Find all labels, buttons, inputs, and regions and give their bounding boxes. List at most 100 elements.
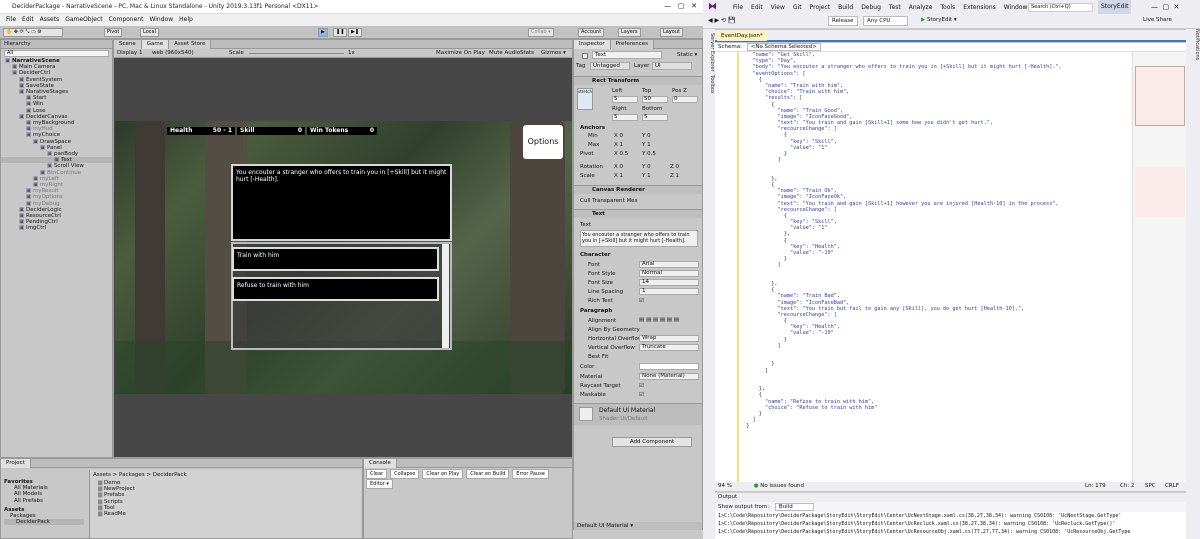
options-button[interactable]: Options — [523, 125, 563, 159]
vs-menu-item[interactable]: View — [771, 1, 785, 15]
tab-asset-store[interactable]: Asset Store — [169, 40, 212, 49]
hierarchy-tab[interactable]: Hierarchy — [1, 40, 112, 49]
display-dropdown[interactable]: Display 1 — [117, 49, 143, 58]
vs-search[interactable]: Search (Ctrl+Q) — [1028, 3, 1093, 12]
console-button[interactable]: Collapse — [390, 469, 420, 479]
rot-y[interactable]: 0 — [647, 164, 651, 170]
choice-scrollbar[interactable] — [442, 244, 449, 348]
whitespace-mode[interactable]: SPC — [1145, 482, 1156, 491]
rot-z[interactable]: 0 — [676, 164, 680, 170]
vs-menu-item[interactable]: Git — [793, 1, 802, 15]
stats-toggle[interactable]: Stats — [520, 49, 534, 58]
mute-audio[interactable]: Mute Audio — [489, 49, 520, 58]
alignment-buttons[interactable]: ▤ ▤ ▤ ▤ ▤ ▤ — [639, 317, 679, 323]
raycast-checkbox[interactable]: ☑ — [639, 383, 644, 389]
hierarchy-search[interactable]: All — [4, 50, 109, 57]
menu-item[interactable]: Assets — [40, 14, 60, 26]
run-button[interactable]: ▶ StoryEdit ▾ — [921, 16, 957, 24]
output-log[interactable]: 1>C:\Code\Repository\DeciderPackage\Stor… — [715, 512, 1186, 536]
scale-slider[interactable] — [249, 53, 344, 54]
anchor-preset-button[interactable]: stretch — [577, 88, 593, 110]
color-field[interactable] — [639, 363, 699, 370]
text-content-field[interactable]: You encouter a stranger who offers to tr… — [580, 230, 698, 247]
menu-item[interactable]: Component — [109, 14, 144, 26]
vs-menu-item[interactable]: Window — [1004, 1, 1028, 15]
console-button[interactable]: Error Pause — [512, 469, 549, 479]
menu-item[interactable]: GameObject — [65, 14, 102, 26]
vs-window-controls[interactable]: — ▢ ✕ — [1151, 0, 1179, 14]
window-controls[interactable]: — ▢ ✕ — [664, 2, 697, 10]
v-overflow-dropdown[interactable]: Truncate — [639, 344, 699, 351]
account-dropdown[interactable]: Account — [578, 28, 605, 37]
favorites-item[interactable]: All Prefabs — [4, 498, 84, 504]
vs-menu-item[interactable]: Test — [889, 1, 901, 15]
vs-menu-item[interactable]: Edit — [751, 1, 763, 15]
tab-scene[interactable]: Scene — [114, 40, 142, 49]
vs-menu-item[interactable]: Project — [810, 1, 831, 15]
tab-game[interactable]: Game — [141, 40, 170, 49]
console-button[interactable]: Clear — [366, 469, 388, 479]
transform-tools[interactable]: ✋ ✥ ⟳ ⤡ ▭ ⚙ — [3, 28, 63, 37]
hierarchy-item[interactable]: ▣ ImgCtrl — [1, 225, 112, 231]
static-toggle[interactable]: Static ▾ — [677, 52, 697, 58]
assets-tree-item[interactable]: DeciderPack — [4, 519, 84, 526]
vs-menu-item[interactable]: File — [733, 1, 743, 15]
anchor-min-y[interactable]: 0 — [647, 133, 651, 139]
maskable-checkbox[interactable]: ☑ — [639, 392, 644, 398]
platform-dropdown[interactable]: Any CPU — [863, 16, 908, 26]
scale-y[interactable]: 1 — [647, 173, 651, 179]
menu-item[interactable]: Edit — [22, 14, 34, 26]
rich-text-checkbox[interactable]: ☑ — [639, 298, 644, 304]
object-name-field[interactable]: Text — [592, 51, 662, 59]
maximize-on-play[interactable]: Maximize On Play — [436, 49, 485, 58]
add-component-button[interactable]: Add Component — [612, 437, 692, 447]
notifications-tab[interactable]: Notifications — [1194, 29, 1200, 60]
layers-dropdown[interactable]: Layers — [618, 28, 641, 37]
asset-folder[interactable]: ▆ ReadMe — [98, 511, 361, 517]
asset-breadcrumb[interactable]: Assets > Packages > DeciderPack — [90, 470, 361, 480]
vs-nav-buttons[interactable]: ◀ ▶ ⟲ 💾 — [708, 17, 735, 24]
line-spacing-field[interactable]: 1 — [639, 288, 699, 295]
anchor-min-x[interactable]: 0 — [620, 133, 624, 139]
menu-item[interactable]: Help — [179, 14, 193, 26]
issues-status[interactable]: No issues found — [760, 483, 804, 489]
output-source-dropdown[interactable]: Build — [774, 503, 814, 511]
vs-menu-item[interactable]: Analyze — [909, 1, 933, 15]
bottom-field[interactable]: 5 — [642, 114, 668, 121]
h-overflow-dropdown[interactable]: Wrap — [639, 335, 699, 342]
font-size-field[interactable]: 14 — [639, 279, 699, 286]
play-button[interactable]: ▶ — [318, 28, 328, 37]
pivot-y[interactable]: 0.5 — [647, 151, 656, 157]
posz-field[interactable]: 0 — [672, 96, 698, 103]
font-style-dropdown[interactable]: Normal — [639, 270, 699, 277]
material-field[interactable]: None (Material) — [639, 373, 699, 380]
top-field[interactable]: 50 — [642, 96, 668, 103]
layer-dropdown[interactable]: UI — [652, 62, 692, 70]
choice-train-button[interactable]: Train with him — [232, 247, 439, 271]
layout-dropdown[interactable]: Layout — [660, 28, 683, 37]
tab-inspector[interactable]: Inspector — [574, 40, 611, 49]
left-field[interactable]: 5 — [612, 96, 638, 103]
console-button[interactable]: Clear on Build — [466, 469, 510, 479]
menu-item[interactable]: File — [6, 14, 16, 26]
tab-eventday-json[interactable]: EventDay.json* — [717, 31, 767, 41]
anchor-max-x[interactable]: 1 — [620, 142, 624, 148]
config-dropdown[interactable]: Release — [828, 16, 858, 26]
gizmos-dropdown[interactable]: Gizmos ▾ — [541, 49, 566, 58]
text-component-header[interactable]: Text — [574, 209, 702, 218]
tab-preferences[interactable]: Preferences — [610, 40, 655, 49]
anchor-max-y[interactable]: 1 — [647, 142, 651, 148]
console-button[interactable]: Editor ▾ — [366, 479, 393, 489]
vs-menu-item[interactable]: Build — [838, 1, 853, 15]
local-toggle[interactable]: Local — [140, 28, 159, 37]
tab-project[interactable]: Project — [1, 459, 31, 468]
menu-item[interactable]: Window — [149, 14, 173, 26]
json-editor[interactable]: "name": "Get Skill", "type": "Day", "bod… — [740, 52, 1132, 482]
rot-x[interactable]: 0 — [620, 164, 624, 170]
inspector-footer[interactable]: Default UI Material ▾ — [574, 522, 702, 530]
canvas-renderer-header[interactable]: Canvas Renderer — [574, 185, 702, 194]
live-share-button[interactable]: Live Share — [1143, 16, 1172, 24]
collab-button[interactable]: Collab ▾ — [528, 28, 554, 37]
anchors-label[interactable]: Anchors — [580, 125, 605, 131]
resolution-dropdown[interactable]: web (960x540) — [152, 49, 194, 58]
